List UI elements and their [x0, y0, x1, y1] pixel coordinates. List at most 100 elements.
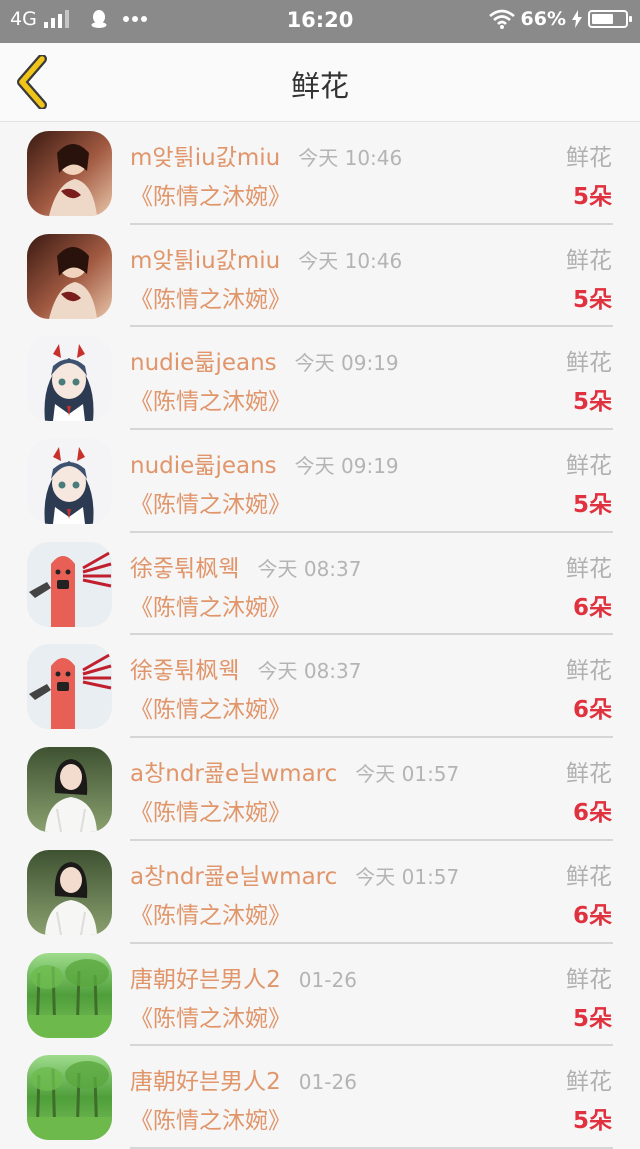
- avatar[interactable]: [27, 336, 112, 422]
- gift-row[interactable]: nudie룳jeans 今天 09:19 《陈情之沐婉》 鲜花 5朵: [0, 327, 640, 431]
- user-name[interactable]: nudie룳jeans: [130, 446, 277, 480]
- user-name[interactable]: 唐朝好븐男人2: [130, 1062, 281, 1096]
- gift-time: 今天 01:57: [355, 762, 460, 787]
- row-header: nudie룳jeans 今天 09:19: [130, 343, 399, 377]
- avatar-woman-white: [27, 849, 112, 935]
- gift-row[interactable]: m앚틝iu갌miu 今天 10:46 《陈情之沐婉》 鲜花 5朵: [0, 225, 640, 328]
- book-title[interactable]: 《陈情之沐婉》: [130, 1101, 291, 1135]
- avatar[interactable]: [27, 747, 112, 833]
- avatar[interactable]: [27, 439, 112, 525]
- user-name[interactable]: m앚틝iu갌miu: [130, 138, 280, 172]
- header: 鲜花: [0, 43, 640, 122]
- avatar[interactable]: [27, 644, 112, 730]
- book-title[interactable]: 《陈情之沐婉》: [130, 485, 291, 519]
- gift-row[interactable]: a창ndr쿒e닐wmarc 今天 01:57 《陈情之沐婉》 鲜花 6朵: [0, 841, 640, 944]
- wifi-icon: [488, 9, 515, 29]
- gift-row[interactable]: a창ndr쿒e닐wmarc 今天 01:57 《陈情之沐婉》 鲜花 6朵: [0, 738, 640, 841]
- avatar-girl-photo: [27, 233, 112, 319]
- gift-row[interactable]: 徐줗튂枫웩 今天 08:37 《陈情之沐婉》 鲜花 6朵: [0, 533, 640, 636]
- gift-type: 鲜花: [566, 658, 612, 685]
- gift-type: 鲜花: [566, 1069, 612, 1096]
- avatar[interactable]: [27, 849, 112, 935]
- book-title[interactable]: 《陈情之沐婉》: [130, 793, 291, 827]
- book-title[interactable]: 《陈情之沐婉》: [130, 999, 291, 1033]
- gift-row[interactable]: 唐朝好븐男人2 01-26 《陈情之沐婉》 鲜花 5朵: [0, 944, 640, 1047]
- row-header: 唐朝好븐男人2 01-26: [130, 1062, 357, 1096]
- gift-time: 01-26: [298, 967, 357, 992]
- avatar-finger-cartoon: [27, 644, 112, 730]
- gift-type: 鲜花: [566, 863, 612, 890]
- gift-count: 5朵: [572, 1005, 612, 1032]
- book-title[interactable]: 《陈情之沐婉》: [130, 382, 291, 416]
- gift-type: 鲜花: [566, 555, 612, 582]
- gift-time: 今天 08:37: [257, 556, 362, 581]
- battery-level: [592, 14, 614, 24]
- battery-percent: 66%: [520, 8, 566, 30]
- row-header: 唐朝好븐男人2 01-26: [130, 960, 357, 994]
- user-name[interactable]: 唐朝好븐男人2: [130, 960, 281, 994]
- book-title[interactable]: 《陈情之沐婉》: [130, 896, 291, 930]
- book-title[interactable]: 《陈情之沐婉》: [130, 280, 291, 314]
- row-header: 徐줗튂枫웩 今天 08:37: [130, 651, 361, 685]
- user-name[interactable]: nudie룳jeans: [130, 343, 277, 377]
- gift-time: 今天 10:46: [298, 248, 403, 273]
- status-right: 66%: [488, 8, 632, 30]
- gift-time: 今天 08:37: [257, 659, 362, 684]
- gift-count: 6朵: [572, 902, 612, 929]
- avatar[interactable]: [27, 1055, 112, 1141]
- book-title[interactable]: 《陈情之沐婉》: [130, 690, 291, 724]
- gift-type: 鲜花: [566, 350, 612, 377]
- row-header: nudie룳jeans 今天 09:19: [130, 446, 399, 480]
- gift-count: 5朵: [572, 1108, 612, 1135]
- user-name[interactable]: 徐줗튂枫웩: [130, 549, 239, 583]
- gift-count: 5朵: [572, 286, 612, 313]
- avatar[interactable]: [27, 952, 112, 1038]
- avatar-forest: [27, 952, 112, 1038]
- gift-type: 鲜花: [566, 453, 612, 480]
- gift-count: 6朵: [572, 697, 612, 724]
- gift-time: 今天 01:57: [355, 864, 460, 889]
- gift-count: 6朵: [572, 800, 612, 827]
- avatar[interactable]: [27, 541, 112, 627]
- status-bar: 4G 16:20 66%: [0, 0, 640, 43]
- battery-icon: [588, 10, 632, 28]
- user-name[interactable]: a창ndr쿒e닐wmarc: [130, 857, 337, 891]
- gift-time: 01-26: [298, 1070, 357, 1095]
- charging-icon: [572, 10, 582, 28]
- gift-row[interactable]: 徐줗튂枫웩 今天 08:37 《陈情之沐婉》 鲜花 6朵: [0, 635, 640, 739]
- row-header: a창ndr쿒e닐wmarc 今天 01:57: [130, 857, 459, 891]
- avatar-anime-girl: [27, 439, 112, 525]
- avatar[interactable]: [27, 131, 112, 216]
- user-name[interactable]: a창ndr쿒e닐wmarc: [130, 754, 337, 788]
- gift-count: 6朵: [572, 594, 612, 621]
- book-title[interactable]: 《陈情之沐婉》: [130, 588, 291, 622]
- gift-time: 今天 09:19: [294, 351, 399, 376]
- avatar-finger-cartoon: [27, 541, 112, 627]
- gift-row[interactable]: 唐朝好븐男人2 01-26 《陈情之沐婉》 鲜花 5朵: [0, 1046, 640, 1149]
- row-header: a창ndr쿒e닐wmarc 今天 01:57: [130, 754, 459, 788]
- row-header: m앚틝iu갌miu 今天 10:46: [130, 138, 402, 172]
- gift-time: 今天 10:46: [298, 146, 403, 170]
- avatar-girl-photo: [27, 131, 112, 216]
- gift-type: 鲜花: [566, 966, 612, 993]
- gift-time: 今天 09:19: [294, 454, 399, 479]
- gift-count: 5朵: [572, 389, 612, 416]
- gift-type: 鲜花: [566, 247, 612, 274]
- gift-count: 5朵: [572, 492, 612, 519]
- gift-type: 鲜花: [566, 761, 612, 788]
- avatar-woman-white: [27, 747, 112, 833]
- gift-count: 5朵: [572, 184, 612, 210]
- gift-type: 鲜花: [566, 145, 612, 171]
- user-name[interactable]: 徐줗튂枫웩: [130, 651, 239, 685]
- user-name[interactable]: m앚틝iu갌miu: [130, 241, 280, 275]
- avatar-forest: [27, 1055, 112, 1141]
- avatar[interactable]: [27, 233, 112, 319]
- book-title[interactable]: 《陈情之沐婉》: [130, 177, 291, 211]
- avatar-anime-girl: [27, 336, 112, 422]
- row-header: m앚틝iu갌miu 今天 10:46: [130, 241, 402, 275]
- row-header: 徐줗튂枫웩 今天 08:37: [130, 549, 361, 583]
- flower-gift-list: m앚틝iu갌miu 今天 10:46 《陈情之沐婉》 鲜花 5朵 m앚틝iu갌m…: [0, 122, 640, 1149]
- gift-row[interactable]: nudie룳jeans 今天 09:19 《陈情之沐婉》 鲜花 5朵: [0, 430, 640, 533]
- gift-row[interactable]: m앚틝iu갌miu 今天 10:46 《陈情之沐婉》 鲜花 5朵: [0, 122, 640, 225]
- page-title: 鲜花: [290, 69, 349, 103]
